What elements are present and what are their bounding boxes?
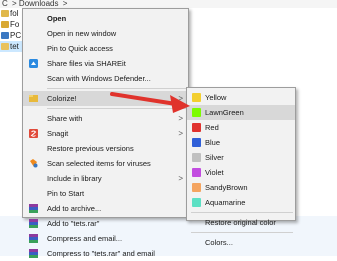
file-label: tet xyxy=(10,42,19,51)
file-label: Fo xyxy=(10,20,20,29)
color-item-label: Red xyxy=(205,123,219,132)
breadcrumb-separator[interactable]: > xyxy=(63,0,68,8)
menu-item-label: Share with xyxy=(47,114,83,123)
menu-item-compress-email[interactable]: Compress and email... xyxy=(23,231,188,246)
menu-item-label: Add to "tets.rar" xyxy=(47,219,100,228)
menu-item-share-with[interactable]: Share with > xyxy=(23,111,188,126)
menu-item-open-new-window[interactable]: Open in new window xyxy=(23,26,188,41)
menu-item-label: Colorize! xyxy=(47,94,77,103)
color-item-label: LawnGreen xyxy=(205,108,244,117)
menu-item-colorize[interactable]: Colorize! > xyxy=(23,91,188,106)
menu-item-label: Compress to "tets.rar" and email xyxy=(47,249,155,258)
menu-item-pin-quick-access[interactable]: Pin to Quick access xyxy=(23,41,188,56)
colorize-submenu: Yellow LawnGreen Red Blue Silver Violet … xyxy=(186,87,296,247)
shareit-icon xyxy=(29,59,38,68)
menu-item-compress-tets-email[interactable]: Compress to "tets.rar" and email xyxy=(23,246,188,261)
color-swatch-icon xyxy=(192,198,201,207)
breadcrumb-separator: > xyxy=(12,0,17,8)
winrar-icon xyxy=(29,219,38,228)
menu-item-pin-start[interactable]: Pin to Start xyxy=(23,186,188,201)
chevron-right-icon: > xyxy=(178,174,183,183)
color-item-silver[interactable]: Silver xyxy=(187,150,295,165)
color-item-lawngreen[interactable]: LawnGreen xyxy=(187,105,295,120)
menu-item-label: Include in library xyxy=(47,174,102,183)
menu-item-colors[interactable]: Colors... xyxy=(187,235,295,250)
color-swatch-icon xyxy=(192,108,201,117)
menu-item-label: Restore original color xyxy=(205,218,276,227)
folder-icon xyxy=(1,21,9,28)
menu-item-label: Pin to Quick access xyxy=(47,44,113,53)
breadcrumb-root[interactable]: C xyxy=(2,0,8,8)
menu-item-label: Open xyxy=(47,14,67,23)
menu-item-label: Restore previous versions xyxy=(47,144,134,153)
color-swatch-icon xyxy=(192,123,201,132)
menu-item-label: Compress and email... xyxy=(47,234,123,243)
menu-separator xyxy=(47,108,186,109)
context-menu: Open Open in new window Pin to Quick acc… xyxy=(22,8,189,258)
color-item-red[interactable]: Red xyxy=(187,120,295,135)
color-item-label: Silver xyxy=(205,153,224,162)
color-swatch-icon xyxy=(192,138,201,147)
color-item-label: Blue xyxy=(205,138,221,147)
color-item-label: Violet xyxy=(205,168,224,177)
color-item-yellow[interactable]: Yellow xyxy=(187,90,295,105)
menu-item-label: Colors... xyxy=(205,238,233,247)
menu-separator xyxy=(191,212,293,213)
menu-item-add-archive[interactable]: Add to archive... xyxy=(23,201,188,216)
file-label: PC xyxy=(10,31,22,40)
menu-item-open[interactable]: Open xyxy=(23,11,188,26)
menu-item-restore-previous[interactable]: Restore previous versions xyxy=(23,141,188,156)
color-item-label: SandyBrown xyxy=(205,183,248,192)
folder-icon xyxy=(1,43,9,50)
antivirus-icon xyxy=(29,159,38,168)
winrar-icon xyxy=(29,204,38,213)
menu-item-scan-viruses[interactable]: Scan selected items for viruses xyxy=(23,156,188,171)
menu-separator xyxy=(191,232,293,233)
color-item-label: Aquamarine xyxy=(205,198,246,207)
chevron-right-icon: > xyxy=(178,94,183,103)
menu-item-add-tets-rar[interactable]: Add to "tets.rar" xyxy=(23,216,188,231)
menu-item-restore-original-color[interactable]: Restore original color xyxy=(187,215,295,230)
color-swatch-icon xyxy=(192,153,201,162)
color-swatch-icon xyxy=(192,183,201,192)
color-swatch-icon xyxy=(192,168,201,177)
breadcrumb-downloads[interactable]: Downloads xyxy=(19,0,59,8)
color-item-sandybrown[interactable]: SandyBrown xyxy=(187,180,295,195)
winrar-icon xyxy=(29,249,38,258)
file-label: fol xyxy=(10,9,19,18)
snagit-icon xyxy=(29,129,38,138)
menu-item-label: Scan with Windows Defender... xyxy=(47,74,151,83)
menu-item-label: Scan selected items for viruses xyxy=(47,159,151,168)
color-item-aquamarine[interactable]: Aquamarine xyxy=(187,195,295,210)
menu-item-share-shareit[interactable]: Share files via SHAREit xyxy=(23,56,188,71)
menu-item-snagit[interactable]: Snagit > xyxy=(23,126,188,141)
menu-item-label: Open in new window xyxy=(47,29,117,38)
chevron-right-icon: > xyxy=(178,114,183,123)
color-item-violet[interactable]: Violet xyxy=(187,165,295,180)
chevron-right-icon: > xyxy=(178,129,183,138)
winrar-icon xyxy=(29,234,38,243)
menu-item-include-library[interactable]: Include in library > xyxy=(23,171,188,186)
menu-separator xyxy=(47,88,186,89)
menu-item-label: Share files via SHAREit xyxy=(47,59,126,68)
color-item-blue[interactable]: Blue xyxy=(187,135,295,150)
menu-item-scan-defender[interactable]: Scan with Windows Defender... xyxy=(23,71,188,86)
folder-icon xyxy=(1,10,9,17)
colorize-icon xyxy=(29,94,38,103)
color-item-label: Yellow xyxy=(205,93,227,102)
breadcrumb: C > Downloads > xyxy=(0,0,337,8)
color-swatch-icon xyxy=(192,93,201,102)
menu-item-label: Snagit xyxy=(47,129,69,138)
menu-item-label: Add to archive... xyxy=(47,204,102,213)
menu-item-label: Pin to Start xyxy=(47,189,85,198)
pc-icon xyxy=(1,32,9,39)
